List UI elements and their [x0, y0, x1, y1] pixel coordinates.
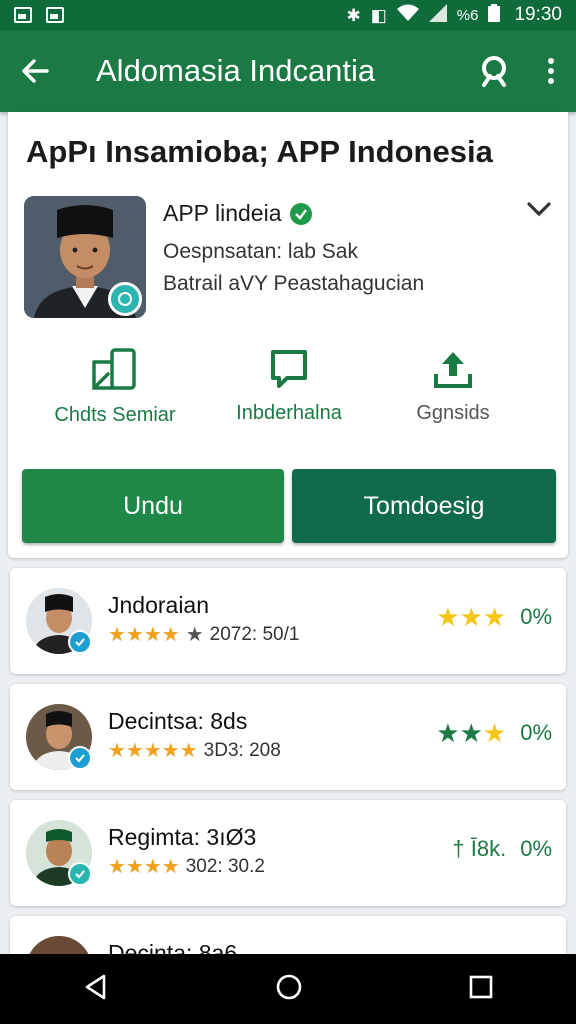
nav-back-icon[interactable] — [82, 973, 110, 1006]
list-item-meta-text: 302: 30.2 — [185, 856, 265, 877]
rating-percent: 0% — [520, 836, 552, 861]
verified-badge-icon — [68, 746, 92, 770]
nav-recents-icon[interactable] — [468, 974, 494, 1005]
verified-badge-icon — [68, 862, 92, 886]
share-screen-icon — [30, 348, 200, 392]
nav-home-icon[interactable] — [275, 973, 303, 1006]
action-share-screen[interactable]: Chdts Semiar — [30, 348, 200, 427]
status-bar: ✱ ◧ %6 19:30 — [0, 0, 576, 30]
signal-icon — [428, 3, 447, 27]
list-item[interactable]: Regimta: 3ıØ3 ★★★★ 302: 30.2 † Ī8k. 0% — [10, 800, 566, 906]
rating-percent: 0% — [520, 604, 552, 629]
star-empty-icon: ★ — [185, 624, 204, 646]
list-item-meta-text: 2072: 50/1 — [209, 624, 300, 645]
battery-icon — [488, 3, 501, 27]
list-item-rating: † Ī8k. 0% — [452, 836, 552, 862]
list-item-title: Jndoraian — [108, 592, 210, 618]
more-vert-icon[interactable] — [546, 57, 556, 85]
secondary-button[interactable]: Tomdoesig — [292, 469, 556, 543]
app-name-text: APP lindeia — [163, 200, 282, 226]
list-item[interactable]: Decintsa: 8ds ★★★★★ 3D3: 208 ★★★ 0% — [10, 684, 566, 790]
image-icon — [14, 7, 32, 23]
app-bar: Aldomasia Indcantia — [0, 30, 576, 112]
list-item-title: Decintsa: 8ds — [108, 708, 248, 734]
primary-button[interactable]: Undu — [22, 469, 284, 543]
message-icon — [204, 348, 374, 390]
bluetooth-icon: ✱ — [346, 5, 361, 25]
star-icon: ★★★★★ — [108, 740, 198, 762]
page-title: Aldomasia Indcantia — [96, 53, 376, 88]
list-item-meta: ★★★★ 302: 30.2 — [108, 856, 265, 878]
list-item-meta: ★★★★ ★ 2072: 50/1 — [108, 624, 299, 646]
list-item[interactable]: Jndoraian ★★★★ ★ 2072: 50/1 ★★★ 0% — [10, 568, 566, 674]
action-row: Chdts Semiar Inbderhalna Ggnsids — [8, 348, 568, 428]
verified-badge-icon — [68, 630, 92, 654]
action-label-message: Inbderhalna — [236, 402, 342, 424]
rating-text: † Ī8k. — [452, 836, 507, 861]
wifi-icon — [396, 4, 419, 27]
rating-stars-icon: ★★★ — [436, 602, 507, 632]
rating-stars-icon: ★★★ — [436, 718, 507, 748]
card-title: ApPı Insamioba; APP Indonesia — [26, 134, 493, 169]
nfc-icon: ◧ — [370, 5, 387, 25]
action-upload[interactable]: Ggnsids — [368, 348, 538, 425]
app-description-line2: Batrail aVY Peastahagucian — [163, 272, 425, 295]
star-icon: ★★★★ — [108, 856, 180, 878]
upload-icon — [368, 348, 538, 390]
back-arrow-icon[interactable] — [20, 56, 50, 86]
rating-percent: 0% — [520, 720, 552, 745]
status-time: 19:30 — [514, 4, 562, 25]
list-item-rating: ★★★ 0% — [436, 604, 552, 630]
action-message[interactable]: Inbderhalna — [204, 348, 374, 425]
action-label-share: Chdts Semiar — [54, 404, 176, 426]
battery-text: %6 — [456, 6, 479, 24]
app-profile-card: ApPı Insamioba; APP Indonesia APP lindei… — [8, 112, 568, 558]
chevron-down-icon[interactable] — [526, 200, 552, 223]
app-badge-icon — [108, 282, 142, 316]
app-description-line1: Oespnsatan: lab Sak — [163, 240, 358, 263]
verified-icon — [289, 202, 312, 225]
list-item-meta: ★★★★★ 3D3: 208 — [108, 740, 281, 762]
search-icon[interactable] — [478, 55, 510, 87]
action-label-upload: Ggnsids — [416, 402, 490, 424]
gallery-icon — [46, 7, 64, 23]
navigation-bar — [0, 954, 576, 1024]
list-item-meta-text: 3D3: 208 — [203, 740, 281, 761]
list-item-title: Regimta: 3ıØ3 — [108, 824, 257, 850]
app-name: APP lindeia — [163, 200, 312, 227]
star-icon: ★★★★ — [108, 624, 180, 646]
list-item-rating: ★★★ 0% — [436, 720, 552, 746]
